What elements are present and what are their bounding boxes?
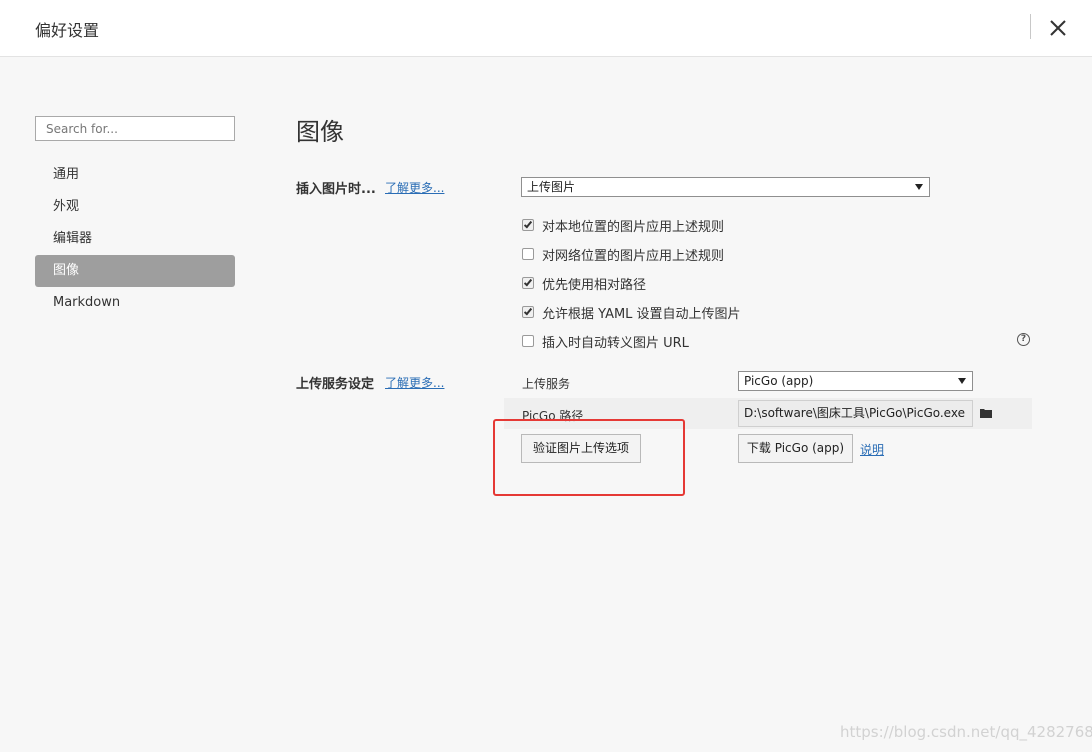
option-local-images-label: 对本地位置的图片应用上述规则 <box>542 219 725 235</box>
upload-service-label: 上传服务 <box>522 377 571 391</box>
option-escape-url-label: 插入时自动转义图片 URL <box>542 335 689 351</box>
title-separator <box>1030 14 1031 39</box>
picgo-path-input[interactable]: D:\software\图床工具\PicGo\PicGo.exe <box>738 400 973 427</box>
insert-action-value: 上传图片 <box>527 180 576 194</box>
checkbox-relative-path[interactable] <box>522 277 534 289</box>
option-relative-path[interactable]: 优先使用相对路径 <box>522 273 646 293</box>
checkbox-network-images[interactable] <box>522 248 534 260</box>
close-icon <box>1050 20 1066 36</box>
help-icon[interactable]: ? <box>1017 333 1030 346</box>
sidebar-item-editor[interactable]: 编辑器 <box>35 223 235 255</box>
option-network-images[interactable]: 对网络位置的图片应用上述规则 <box>522 244 724 264</box>
sidebar-nav: 通用 外观 编辑器 图像 Markdown <box>35 159 235 319</box>
checkbox-escape-url[interactable] <box>522 335 534 347</box>
chevron-down-icon <box>915 184 923 190</box>
option-yaml-upload[interactable]: 允许根据 YAML 设置自动上传图片 <box>522 302 741 322</box>
option-relative-path-label: 优先使用相对路径 <box>542 277 647 293</box>
watermark-text: https://blog.csdn.net/qq_42827680 <box>840 723 1092 741</box>
sidebar-item-appearance[interactable]: 外观 <box>35 191 235 223</box>
option-escape-url[interactable]: 插入时自动转义图片 URL <box>522 331 689 351</box>
option-local-images[interactable]: 对本地位置的图片应用上述规则 <box>522 215 724 235</box>
insert-learn-more-link[interactable]: 了解更多... <box>385 179 444 196</box>
checkbox-local-images[interactable] <box>522 219 534 231</box>
close-button[interactable] <box>1044 14 1072 42</box>
highlight-annotation-box <box>493 419 685 496</box>
insert-action-select[interactable]: 上传图片 <box>521 177 930 197</box>
option-network-images-label: 对网络位置的图片应用上述规则 <box>542 248 725 264</box>
checkbox-yaml-upload[interactable] <box>522 306 534 318</box>
upload-learn-more-link[interactable]: 了解更多... <box>385 374 444 391</box>
upload-service-value: PicGo (app) <box>744 374 814 388</box>
chevron-down-icon <box>958 378 966 384</box>
window-title: 偏好设置 <box>35 21 100 40</box>
option-yaml-upload-label: 允许根据 YAML 设置自动上传图片 <box>542 306 741 322</box>
upload-service-select[interactable]: PicGo (app) <box>738 371 973 391</box>
folder-icon[interactable] <box>980 408 992 418</box>
insert-section-label: 插入图片时... <box>296 182 376 197</box>
sidebar-item-markdown[interactable]: Markdown <box>35 287 235 319</box>
explain-link[interactable]: 说明 <box>860 441 884 458</box>
download-picgo-button[interactable]: 下载 PicGo (app) <box>738 434 853 463</box>
search-input[interactable] <box>35 116 235 141</box>
page-title: 图像 <box>296 118 344 146</box>
upload-section-label: 上传服务设定 <box>296 377 375 392</box>
sidebar-item-general[interactable]: 通用 <box>35 159 235 191</box>
sidebar-item-image[interactable]: 图像 <box>35 255 235 287</box>
title-bar: 偏好设置 <box>0 0 1092 57</box>
